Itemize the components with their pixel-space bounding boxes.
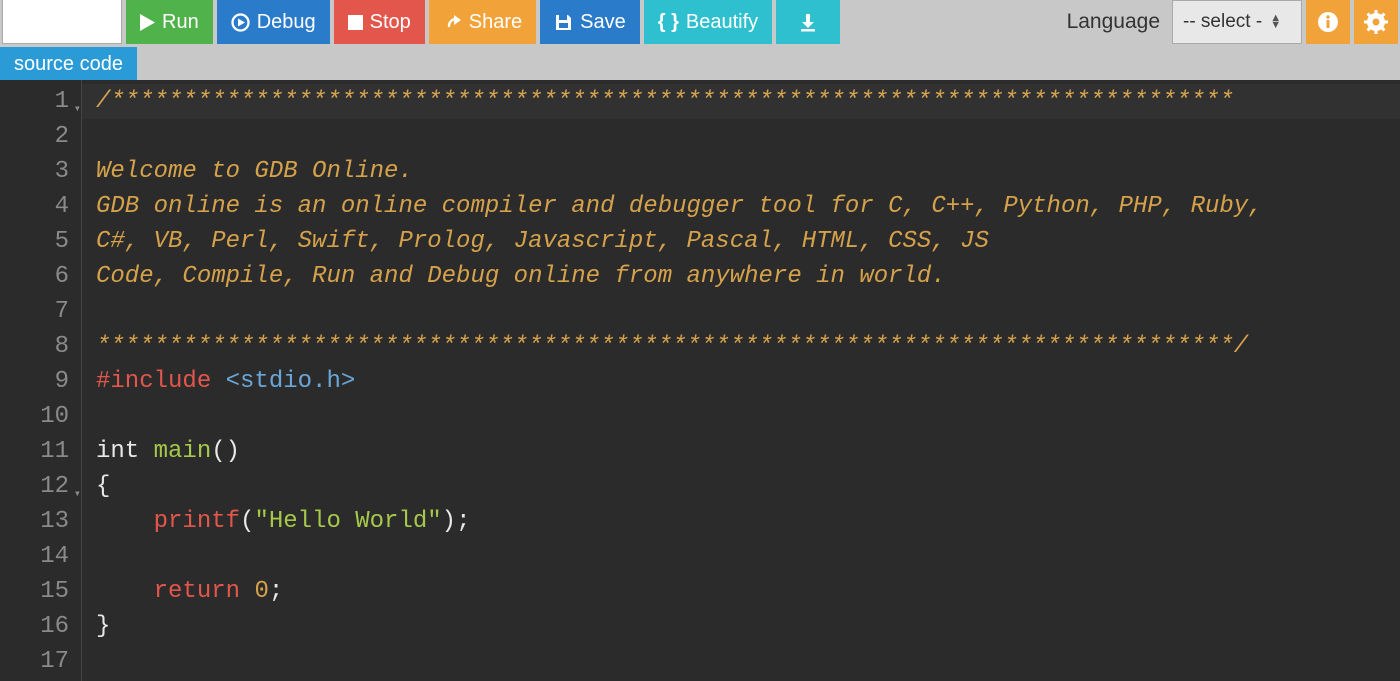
run-label: Run [162,11,199,34]
share-button[interactable]: Share [429,0,536,44]
settings-button[interactable] [1354,0,1398,44]
play-icon [140,14,155,31]
code-editor[interactable]: 1 2 3 4 5 6 7 8 9 10 11 12 13 14 15 16 1… [0,80,1400,681]
code-text: Welcome to GDB Online. [96,158,413,185]
gear-icon [1364,10,1388,34]
code-text: printf [96,508,240,535]
tab-bar: source code [0,44,1400,80]
language-selected: -- select - [1183,11,1262,33]
code-text: GDB online is an online compiler and deb… [96,193,1263,220]
code-text [240,578,254,605]
stop-label: Stop [370,11,411,34]
save-button[interactable]: Save [540,0,640,44]
code-text: ); [442,508,471,535]
line-number: 9 [0,364,69,399]
beautify-button[interactable]: { } Beautify [644,0,772,44]
download-icon [798,12,818,32]
line-number: 1 [0,84,69,119]
run-button[interactable]: Run [126,0,213,44]
line-number: 16 [0,609,69,644]
line-number: 17 [0,644,69,679]
code-text: ****************************************… [96,333,1248,360]
language-label: Language [1059,0,1168,44]
debug-label: Debug [257,11,316,34]
line-number: 8 [0,329,69,364]
code-area[interactable]: /***************************************… [82,80,1400,681]
toolbar-spacer [844,0,1054,44]
debug-icon [231,13,250,32]
share-icon [443,13,462,32]
info-icon [1317,11,1339,33]
code-text: () [211,438,240,465]
code-text: #include [96,368,226,395]
code-text: C#, VB, Perl, Swift, Prolog, Javascript,… [96,228,989,255]
line-number: 11 [0,434,69,469]
select-arrows-icon: ▲▼ [1270,15,1281,29]
toolbar: Run Debug Stop Share Save { } Beautify L… [0,0,1400,44]
line-number: 7 [0,294,69,329]
stop-button[interactable]: Stop [334,0,425,44]
download-button[interactable] [776,0,840,44]
line-number: 3 [0,154,69,189]
code-text: 0 [254,578,268,605]
active-line-highlight [82,84,1400,119]
save-icon [554,13,573,32]
code-text: ( [240,508,254,535]
code-text: Code, Compile, Run and Debug online from… [96,263,946,290]
save-label: Save [580,11,626,34]
code-text: int [96,438,139,465]
line-number: 15 [0,574,69,609]
language-select[interactable]: -- select - ▲▼ [1172,0,1302,44]
beautify-icon: { } [658,11,679,34]
tab-source-code[interactable]: source code [0,47,137,80]
line-number: 13 [0,504,69,539]
code-text: ; [269,578,283,605]
line-number: 2 [0,119,69,154]
share-label: Share [469,11,522,34]
code-text: } [96,613,110,640]
stop-icon [348,15,363,30]
info-button[interactable] [1306,0,1350,44]
code-text: return [96,578,240,605]
line-number: 4 [0,189,69,224]
line-gutter: 1 2 3 4 5 6 7 8 9 10 11 12 13 14 15 16 1… [0,80,82,681]
line-number: 14 [0,539,69,574]
code-text: main [139,438,211,465]
line-number: 12 [0,469,69,504]
code-text: <stdio.h> [226,368,356,395]
line-number: 6 [0,259,69,294]
beautify-label: Beautify [686,11,758,34]
code-text: "Hello World" [254,508,441,535]
debug-button[interactable]: Debug [217,0,330,44]
new-file-button[interactable] [2,0,122,44]
line-number: 5 [0,224,69,259]
code-text: { [96,473,110,500]
line-number: 10 [0,399,69,434]
